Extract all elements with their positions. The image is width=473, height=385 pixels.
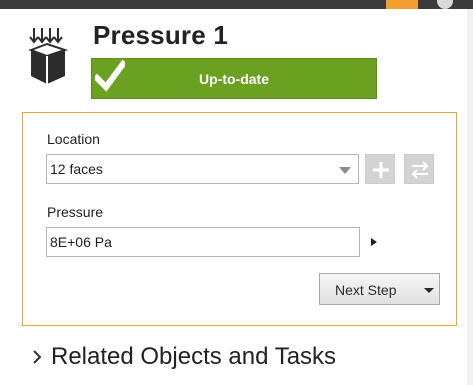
expand-arrow-icon[interactable] [369,236,379,248]
status-badge: Up-to-date [91,58,377,99]
pressure-field[interactable]: 8E+06 Pa [46,227,360,257]
swap-arrows-icon [411,161,429,179]
panel-handle[interactable] [437,0,453,9]
next-step-label: Next Step [335,282,397,298]
swap-location-button[interactable] [404,154,434,184]
status-label: Up-to-date [199,71,269,87]
related-objects-label: Related Objects and Tasks [51,343,337,370]
chevron-right-icon [33,350,42,364]
location-dropdown-button[interactable] [332,154,359,184]
boundary-condition-icon [28,28,69,84]
plus-icon [373,162,389,178]
top-bar [0,0,473,9]
location-field[interactable]: 12 faces [46,154,333,184]
pressure-label: Pressure [47,204,104,220]
top-bar-accent [386,0,418,9]
scrollbar[interactable] [467,9,473,385]
next-step-button[interactable]: Next Step [319,273,440,305]
caret-down-icon [424,288,434,293]
page-title: Pressure 1 [93,20,228,50]
add-location-button[interactable] [365,154,395,184]
location-label: Location [47,131,100,147]
